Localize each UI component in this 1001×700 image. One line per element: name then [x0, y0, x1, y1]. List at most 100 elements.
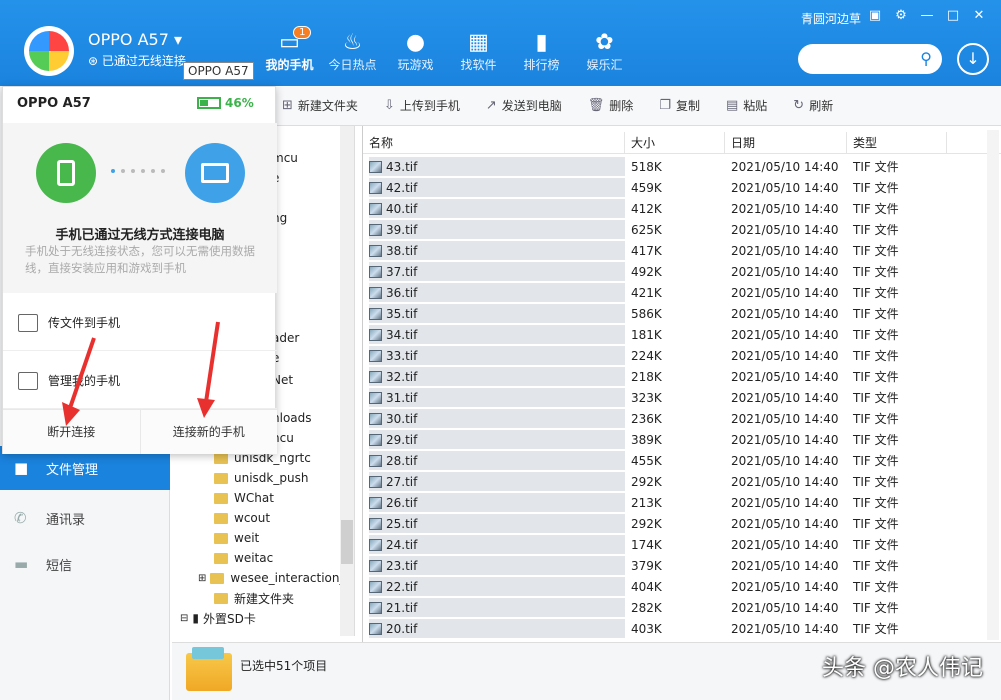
image-file-icon [369, 202, 382, 215]
file-type-cell: TIF 文件 [853, 370, 899, 384]
file-size-cell: 224K [631, 348, 662, 363]
table-row[interactable]: 27.tif 292K 2021/05/10 14:40 TIF 文件 [369, 471, 947, 492]
table-row[interactable]: 36.tif 421K 2021/05/10 14:40 TIF 文件 [369, 282, 947, 303]
table-row[interactable]: 25.tif 292K 2021/05/10 14:40 TIF 文件 [369, 513, 947, 534]
settings-icon[interactable]: ⚙ [893, 8, 909, 23]
table-row[interactable]: 26.tif 213K 2021/05/10 14:40 TIF 文件 [369, 492, 947, 513]
list-header: 名称 大小 日期 类型 [363, 132, 1001, 154]
trash-icon: 🗑 [587, 98, 605, 113]
table-row[interactable]: 31.tif 323K 2021/05/10 14:40 TIF 文件 [369, 387, 947, 408]
tree-item[interactable]: 新建文件夹 [214, 588, 294, 608]
nav-entertainment[interactable]: ✿ 娱乐汇 [573, 28, 636, 73]
file-date-cell: 2021/05/10 14:40 [731, 264, 839, 279]
nav-my-phone[interactable]: ▭ 1 我的手机 [258, 26, 321, 73]
table-row[interactable]: 20.tif 403K 2021/05/10 14:40 TIF 文件 [369, 618, 947, 639]
nav-hot-news[interactable]: ♨ 今日热点 [321, 28, 384, 73]
new-folder-button[interactable]: ⊞ 新建文件夹 [282, 97, 358, 114]
gamepad-icon: ● [405, 29, 426, 55]
refresh-button[interactable]: ↻ 刷新 [793, 97, 833, 114]
table-row[interactable]: 29.tif 389K 2021/05/10 14:40 TIF 文件 [369, 429, 947, 450]
file-type-cell: TIF 文件 [853, 244, 899, 258]
file-date-cell: 2021/05/10 14:40 [731, 537, 839, 552]
file-type-cell: TIF 文件 [853, 601, 899, 615]
column-type[interactable]: 类型 [847, 132, 947, 153]
tree-item-sdcard[interactable]: ⊟ ▮ 外置SD卡 [180, 608, 256, 628]
close-icon[interactable]: ✕ [971, 8, 987, 23]
table-row[interactable]: 22.tif 404K 2021/05/10 14:40 TIF 文件 [369, 576, 947, 597]
table-row[interactable]: 28.tif 455K 2021/05/10 14:40 TIF 文件 [369, 450, 947, 471]
file-name-cell: 35.tif [369, 304, 625, 323]
app-logo[interactable] [24, 26, 74, 76]
user-name[interactable]: 青圆河边草 [801, 10, 861, 27]
file-name-cell: 20.tif [369, 619, 625, 638]
tree-item[interactable]: WChat [214, 488, 274, 508]
tree-item[interactable]: nloads [272, 408, 312, 428]
table-row[interactable]: 35.tif 586K 2021/05/10 14:40 TIF 文件 [369, 303, 947, 324]
file-date-cell: 2021/05/10 14:40 [731, 579, 839, 594]
sidebar-item-contacts[interactable]: ✆ 通讯录 [0, 496, 170, 540]
column-name[interactable]: 名称 [363, 132, 625, 153]
tree-item[interactable]: wcout [214, 508, 270, 528]
table-row[interactable]: 24.tif 174K 2021/05/10 14:40 TIF 文件 [369, 534, 947, 555]
file-type-cell: TIF 文件 [853, 202, 899, 216]
tree-item[interactable]: ⊞ wesee_interaction_ [198, 568, 346, 588]
download-icon[interactable]: ↓ [957, 43, 989, 75]
file-type-cell: TIF 文件 [853, 286, 899, 300]
column-date[interactable]: 日期 [725, 132, 847, 153]
file-size-cell: 181K [631, 327, 662, 342]
expand-icon[interactable]: ⊞ [198, 573, 206, 584]
table-row[interactable]: 40.tif 412K 2021/05/10 14:40 TIF 文件 [369, 198, 947, 219]
table-row[interactable]: 39.tif 625K 2021/05/10 14:40 TIF 文件 [369, 219, 947, 240]
table-row[interactable]: 37.tif 492K 2021/05/10 14:40 TIF 文件 [369, 261, 947, 282]
table-row[interactable]: 34.tif 181K 2021/05/10 14:40 TIF 文件 [369, 324, 947, 345]
tree-item[interactable]: weit [214, 528, 259, 548]
file-name-cell: 25.tif [369, 514, 625, 533]
copy-button[interactable]: ❐ 复制 [659, 97, 700, 114]
file-size-cell: 518K [631, 159, 662, 174]
file-name-cell: 28.tif [369, 451, 625, 470]
minimize-icon[interactable]: — [919, 8, 935, 23]
sidebar-item-sms[interactable]: ▬ 短信 [0, 542, 170, 586]
tree-item[interactable]: weitac [214, 548, 273, 568]
folder-icon [214, 472, 228, 484]
device-name[interactable]: OPPO A57 ▾ [88, 30, 182, 49]
image-file-icon [369, 160, 382, 173]
manage-phone-button[interactable]: 管理我的手机 [3, 353, 277, 409]
image-file-icon [369, 328, 382, 341]
search-icon[interactable]: ⚲ [920, 49, 932, 68]
table-row[interactable]: 21.tif 282K 2021/05/10 14:40 TIF 文件 [369, 597, 947, 618]
table-row[interactable]: 33.tif 224K 2021/05/10 14:40 TIF 文件 [369, 345, 947, 366]
table-row[interactable]: 23.tif 379K 2021/05/10 14:40 TIF 文件 [369, 555, 947, 576]
image-file-icon [369, 433, 382, 446]
column-size[interactable]: 大小 [625, 132, 725, 153]
collapse-icon[interactable]: ⊟ [180, 613, 188, 624]
delete-button[interactable]: 🗑 删除 [588, 97, 634, 114]
connection-message: 手机已通过无线方式连接电脑 [55, 228, 225, 243]
table-row[interactable]: 30.tif 236K 2021/05/10 14:40 TIF 文件 [369, 408, 947, 429]
message-icon[interactable]: ▣ [867, 8, 883, 23]
paste-button[interactable]: ▤ 粘贴 [726, 97, 767, 114]
table-row[interactable]: 43.tif 518K 2021/05/10 14:40 TIF 文件 [369, 156, 947, 177]
image-file-icon [369, 370, 382, 383]
tree-scroll-thumb[interactable] [341, 520, 353, 564]
table-row[interactable]: 38.tif 417K 2021/05/10 14:40 TIF 文件 [369, 240, 947, 261]
send-to-pc-button[interactable]: ↗ 发送到电脑 [486, 97, 562, 114]
transfer-files-button[interactable]: 传文件到手机 [3, 295, 277, 351]
image-file-icon [369, 496, 382, 509]
maximize-icon[interactable]: □ [945, 8, 961, 23]
refresh-icon: ↻ [793, 98, 805, 113]
top-header: OPPO A57 ▾ ⊛ 已通过无线连接 OPPO A57 ▭ 1 我的手机 ♨ … [0, 0, 1001, 86]
table-row[interactable]: 42.tif 459K 2021/05/10 14:40 TIF 文件 [369, 177, 947, 198]
upload-button[interactable]: ⇩ 上传到手机 [384, 97, 460, 114]
file-size-cell: 213K [631, 495, 662, 510]
image-file-icon [369, 391, 382, 404]
list-scrollbar[interactable] [987, 130, 999, 640]
tree-item[interactable]: unisdk_push [214, 468, 308, 488]
file-type-cell: TIF 文件 [853, 223, 899, 237]
nav-games[interactable]: ● 玩游戏 [384, 28, 447, 73]
search-input[interactable]: ⚲ [798, 44, 942, 74]
nav-ranking[interactable]: ▮ 排行榜 [510, 28, 573, 73]
file-size-cell: 236K [631, 411, 662, 426]
table-row[interactable]: 32.tif 218K 2021/05/10 14:40 TIF 文件 [369, 366, 947, 387]
nav-software[interactable]: ▦ 找软件 [447, 28, 510, 73]
